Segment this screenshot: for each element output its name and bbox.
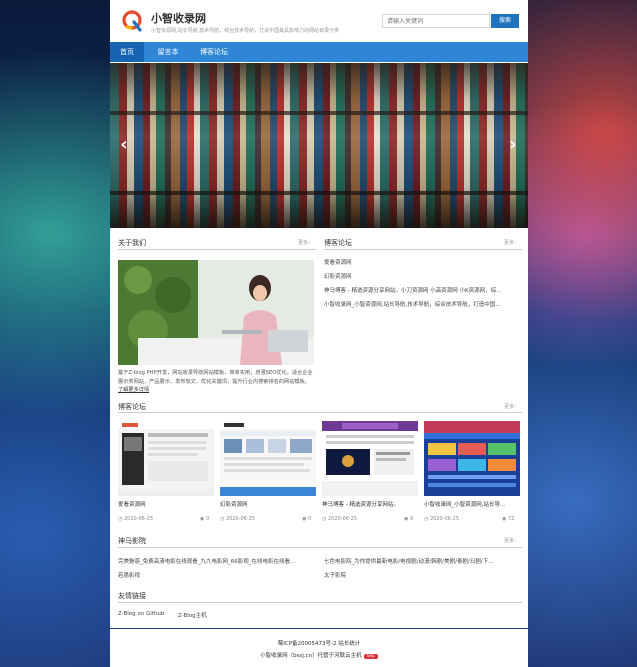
card-title[interactable]: 幻影资源网 [220, 500, 312, 508]
divider [118, 547, 522, 548]
thumbnail-image [322, 421, 418, 496]
footer-icp[interactable]: 蜀ICP备20005473号-2 站长统计 [110, 639, 528, 647]
about-text: 基于Z-blog PHP开发，网站收录导航网站模板，简单实用，增强SEO优化，适… [118, 370, 313, 385]
nav-item-forum[interactable]: 博客论坛 [192, 42, 236, 62]
thumbnail-image [424, 421, 520, 487]
card-date-value: 2020-06-25 [327, 516, 358, 522]
card-title[interactable]: 神马博客 - 精选资源分享网站。 [322, 500, 414, 508]
card-date: ◷ 2020-06-25 [322, 516, 357, 522]
card-date-value: 2020-06-25 [123, 516, 154, 522]
thumbnail-image [220, 421, 316, 496]
movie-list-item[interactable]: 完美魅惑_免费高清电影在线观看_九九电影网_66影视_在线电影在线看... [118, 557, 316, 565]
divider [324, 249, 522, 250]
forum-list-item[interactable]: 幻影资源网 [324, 272, 522, 280]
about-read-more-link[interactable]: 了解更多详情 [118, 387, 149, 393]
footer-copyright: 小智收录网（bssj.cn）托管于河联云主机 SSL [110, 651, 528, 659]
friend-link[interactable]: Z-Blog on Github [118, 611, 164, 617]
clock-icon: ◷ [322, 516, 327, 522]
search-button[interactable]: 搜索 [491, 14, 519, 28]
site-logo-icon[interactable] [121, 8, 143, 32]
card-views: ◉ 0 [200, 516, 209, 522]
card-views-value: 9 [409, 516, 414, 522]
blog-title: 博客论坛 [118, 403, 146, 411]
card-date: ◷ 2020-06-25 [118, 516, 153, 522]
movie-list-item[interactable]: 若愚影视 [118, 571, 316, 579]
main-nav: 首页 留言本 博客论坛 [110, 42, 528, 62]
card-title[interactable]: 爱看资源网 [118, 500, 210, 508]
site-description: 小智资源网,站长导航,技术导航，综合技术导航，打造中国最具影响力的网站目录分类 [151, 28, 340, 34]
blog-more-link[interactable]: 更多› [504, 403, 516, 410]
page-container: 小智收录网 小智资源网,站长导航,技术导航，综合技术导航，打造中国最具影响力的网… [110, 0, 528, 667]
nav-item-home[interactable]: 首页 [110, 42, 144, 62]
card-views-value: 72 [507, 516, 515, 522]
about-more-link[interactable]: 更多› [298, 239, 310, 246]
eye-icon: ◉ [404, 516, 409, 522]
slider-next-icon[interactable]: › [506, 135, 520, 155]
eye-icon: ◉ [200, 516, 205, 522]
banner-slider[interactable]: ‹ › [110, 63, 528, 228]
card-date: ◷ 2020-06-25 [424, 516, 459, 522]
ssl-badge: SSL [363, 654, 378, 659]
forum-title: 博客论坛 [324, 239, 352, 247]
card-title[interactable]: 小智收录网_小智资源网,站长导... [424, 500, 516, 508]
forum-list-item[interactable]: 神马博客 - 精选资源分享网站。小刀资源网 小高资源网 小K资源网，综... [324, 286, 522, 294]
slider-prev-icon[interactable]: ‹ [117, 135, 131, 155]
forum-list-item[interactable]: 爱看资源网 [324, 258, 522, 266]
about-description: 基于Z-blog PHP开发，网站收录导航网站模板，简单实用，增强SEO优化，适… [118, 369, 316, 395]
card-views-value: 0 [307, 516, 312, 522]
card-date: ◷ 2020-06-25 [220, 516, 255, 522]
card-thumbnail[interactable] [220, 421, 316, 496]
card-views: ◉ 9 [404, 516, 413, 522]
footer-copyright-text: 小智收录网（bssj.cn）托管于河联云主机 [260, 653, 362, 659]
card-date-value: 2020-06-25 [429, 516, 460, 522]
movie-list-item[interactable]: 七色电影院_为你提供最新电影/电视剧/动漫/韩剧/美剧/泰剧/日剧/下... [324, 557, 522, 565]
search-input[interactable] [382, 14, 490, 28]
movies-title: 神马影院 [118, 537, 146, 545]
divider [118, 602, 522, 603]
site-title[interactable]: 小智收录网 [151, 10, 206, 26]
site-footer: 蜀ICP备20005473号-2 站长统计 小智收录网（bssj.cn）托管于河… [110, 628, 528, 667]
divider [118, 249, 316, 250]
nav-item-guestbook[interactable]: 留言本 [148, 42, 188, 62]
thumbnail-image [118, 421, 214, 496]
about-image [118, 260, 314, 365]
clock-icon: ◷ [424, 516, 429, 522]
woman-with-laptop-image [118, 260, 314, 365]
links-title: 友情链接 [118, 592, 146, 600]
friend-link[interactable]: Z-Blog主机 [178, 611, 207, 619]
divider [118, 412, 522, 413]
card-views-value: 0 [205, 516, 210, 522]
card-views: ◉ 72 [502, 516, 514, 522]
forum-more-link[interactable]: 更多› [504, 239, 516, 246]
about-title: 关于我们 [118, 239, 146, 247]
eye-icon: ◉ [502, 516, 507, 522]
card-date-value: 2020-06-25 [225, 516, 256, 522]
card-thumbnail[interactable] [424, 421, 520, 496]
movies-more-link[interactable]: 更多› [504, 537, 516, 544]
banner-image [110, 63, 528, 228]
movie-list-item[interactable]: 太子影院 [324, 571, 522, 579]
site-header: 小智收录网 小智资源网,站长导航,技术导航，综合技术导航，打造中国最具影响力的网… [110, 0, 528, 42]
clock-icon: ◷ [118, 516, 123, 522]
card-views: ◉ 0 [302, 516, 311, 522]
card-thumbnail[interactable] [322, 421, 418, 496]
clock-icon: ◷ [220, 516, 225, 522]
forum-list-item[interactable]: 小智收录网_小智资源网,站长导航,技术导航，综合技术导航，打造中国... [324, 300, 522, 308]
card-thumbnail[interactable] [118, 421, 214, 496]
eye-icon: ◉ [302, 516, 307, 522]
